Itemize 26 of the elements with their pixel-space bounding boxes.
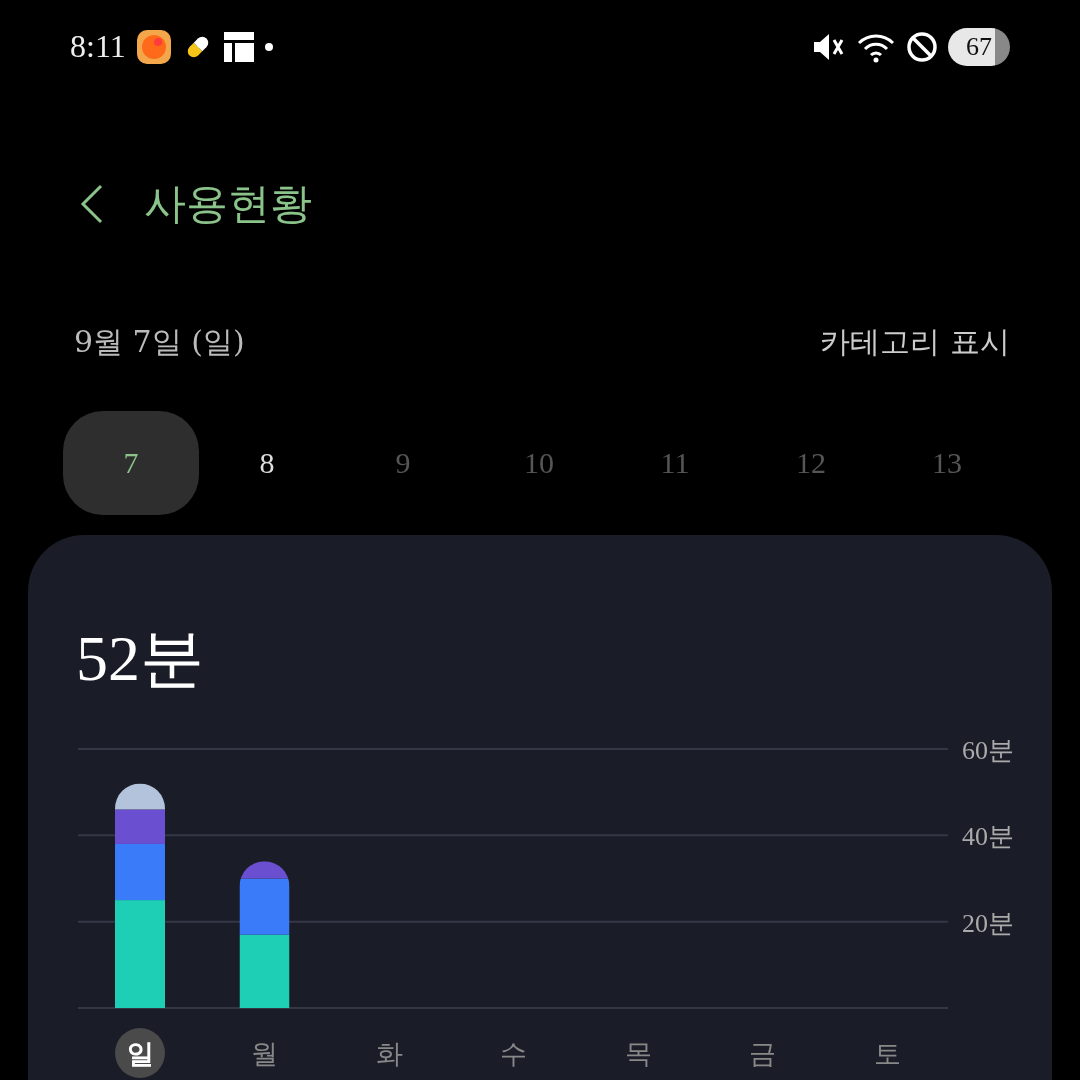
axis-label: 60분 xyxy=(962,736,1014,765)
wifi-icon xyxy=(856,31,896,63)
mute-icon xyxy=(812,32,846,62)
weekday-label[interactable]: 수 xyxy=(500,1038,527,1069)
weekday-label[interactable]: 토 xyxy=(873,1038,901,1069)
weekday-label[interactable]: 월 xyxy=(251,1038,278,1069)
category-toggle[interactable]: 카테고리 표시 xyxy=(820,322,1010,363)
bar-segment xyxy=(115,783,165,810)
weekday-label[interactable]: 화 xyxy=(375,1038,403,1069)
grid-icon xyxy=(223,31,254,62)
weekday-label[interactable]: 목 xyxy=(624,1038,652,1069)
blocked-icon xyxy=(906,31,938,63)
day-chip[interactable]: 7 xyxy=(63,411,199,515)
back-icon[interactable] xyxy=(80,184,104,224)
dot-icon xyxy=(263,41,274,52)
battery-indicator: 67 xyxy=(948,28,1010,66)
status-time: 8:11 xyxy=(70,28,126,65)
weekday-label[interactable]: 금 xyxy=(749,1038,776,1069)
day-chip[interactable]: 8 xyxy=(199,411,335,515)
app-badge-icon xyxy=(135,28,172,65)
weekday-label[interactable]: 일 xyxy=(115,1028,165,1078)
selected-date: 9월 7일 (일) xyxy=(74,323,245,361)
total-usage: 52분 xyxy=(75,622,205,696)
page-title: 사용현황 xyxy=(144,178,312,230)
axis-label: 40분 xyxy=(962,822,1014,852)
axis-label: 20분 xyxy=(962,908,1014,938)
